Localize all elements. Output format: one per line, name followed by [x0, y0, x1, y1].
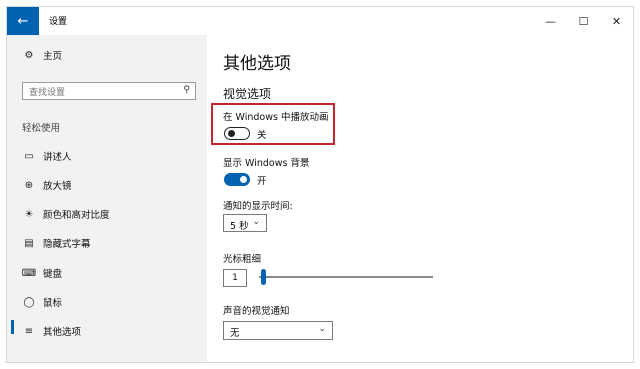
- notify-time-value: 5 秒: [230, 221, 249, 232]
- search-input[interactable]: 查找设置 ⚲: [22, 82, 196, 100]
- chevron-down-icon: ⌄: [318, 324, 326, 334]
- mouse-icon: ◯: [23, 296, 35, 308]
- window-controls: — ☐ ✕: [534, 7, 633, 35]
- sidebar-item-label: 其他选项: [43, 327, 82, 338]
- sound-notify-value: 无: [230, 328, 240, 339]
- title-bar: ← 设置 — ☐ ✕: [7, 7, 633, 35]
- back-arrow-icon: ←: [17, 13, 29, 29]
- search-icon: ⚲: [183, 85, 190, 95]
- sidebar-item-home[interactable]: ⚙ 主页: [21, 48, 63, 63]
- sidebar-item-label: 隐藏式字幕: [43, 239, 91, 250]
- narrator-icon: ▭: [24, 150, 34, 162]
- cursor-thickness-track[interactable]: [259, 276, 433, 278]
- back-button[interactable]: ←: [7, 7, 39, 35]
- maximize-icon: ☐: [578, 14, 589, 28]
- background-state: 开: [257, 176, 267, 187]
- sidebar-item-label: 讲述人: [43, 152, 72, 163]
- background-toggle[interactable]: [224, 173, 250, 186]
- close-button[interactable]: ✕: [600, 7, 633, 35]
- sidebar: ⚙ 主页 查找设置 ⚲ 轻松使用 ▭ 讲述人 ⊕ 放大镜 ☀ 颜色和高对比度 ▤…: [7, 35, 207, 362]
- close-icon: ✕: [611, 14, 622, 28]
- active-indicator: [11, 320, 14, 334]
- keyboard-icon: ⌨: [21, 267, 37, 279]
- cursor-thickness-label: 光标粗细: [223, 254, 262, 265]
- sidebar-item-label: 鼠标: [43, 298, 63, 309]
- minimize-icon: —: [545, 14, 556, 28]
- page-title: 其他选项: [223, 54, 291, 74]
- list-icon: ≡: [24, 325, 34, 337]
- sidebar-item-other-options[interactable]: ≡ 其他选项: [21, 324, 82, 339]
- sidebar-item-keyboard[interactable]: ⌨ 键盘: [21, 266, 63, 281]
- magnifier-icon: ⊕: [24, 179, 34, 191]
- sound-notify-select[interactable]: 无 ⌄: [223, 321, 333, 340]
- notify-time-select[interactable]: 5 秒 ⌄: [223, 214, 267, 232]
- sidebar-item-label: 颜色和高对比度: [43, 210, 110, 221]
- animations-label: 在 Windows 中播放动画: [223, 112, 329, 123]
- sidebar-item-mouse[interactable]: ◯ 鼠标: [21, 295, 63, 310]
- chevron-down-icon: ⌄: [252, 217, 260, 227]
- toggle-knob: [240, 176, 247, 183]
- section-heading: 视觉选项: [223, 87, 272, 101]
- sound-notify-label: 声音的视觉通知: [223, 306, 290, 317]
- animations-state: 关: [257, 130, 267, 141]
- cursor-thickness-value: 1: [223, 269, 247, 287]
- gear-icon: ⚙: [24, 49, 34, 61]
- section-title: 轻松使用: [22, 123, 61, 134]
- sidebar-item-high-contrast[interactable]: ☀ 颜色和高对比度: [21, 207, 110, 222]
- toggle-knob: [228, 130, 235, 137]
- animations-toggle[interactable]: [224, 127, 250, 140]
- minimize-button[interactable]: —: [534, 7, 567, 35]
- window-title: 设置: [49, 17, 68, 27]
- maximize-button[interactable]: ☐: [567, 7, 600, 35]
- sidebar-item-captions[interactable]: ▤ 隐藏式字幕: [21, 236, 91, 251]
- settings-window: ← 设置 — ☐ ✕ ⚙ 主页 查找设置 ⚲ 轻松使用 ▭ 讲述人 ⊕ 放大镜 …: [6, 6, 634, 363]
- sidebar-item-label: 主页: [43, 51, 63, 62]
- sidebar-item-label: 键盘: [43, 269, 63, 280]
- main-content: 其他选项 视觉选项 在 Windows 中播放动画 关 显示 Windows 背…: [207, 35, 633, 362]
- sidebar-item-label: 放大镜: [43, 181, 72, 192]
- search-placeholder: 查找设置: [29, 88, 66, 98]
- notify-time-label: 通知的显示时间:: [223, 201, 293, 212]
- cursor-thickness-thumb[interactable]: [261, 269, 266, 285]
- sidebar-item-magnifier[interactable]: ⊕ 放大镜: [21, 178, 72, 193]
- brightness-icon: ☀: [24, 208, 34, 220]
- captions-icon: ▤: [24, 237, 34, 249]
- sidebar-item-narrator[interactable]: ▭ 讲述人: [21, 149, 72, 164]
- background-label: 显示 Windows 背景: [223, 158, 310, 169]
